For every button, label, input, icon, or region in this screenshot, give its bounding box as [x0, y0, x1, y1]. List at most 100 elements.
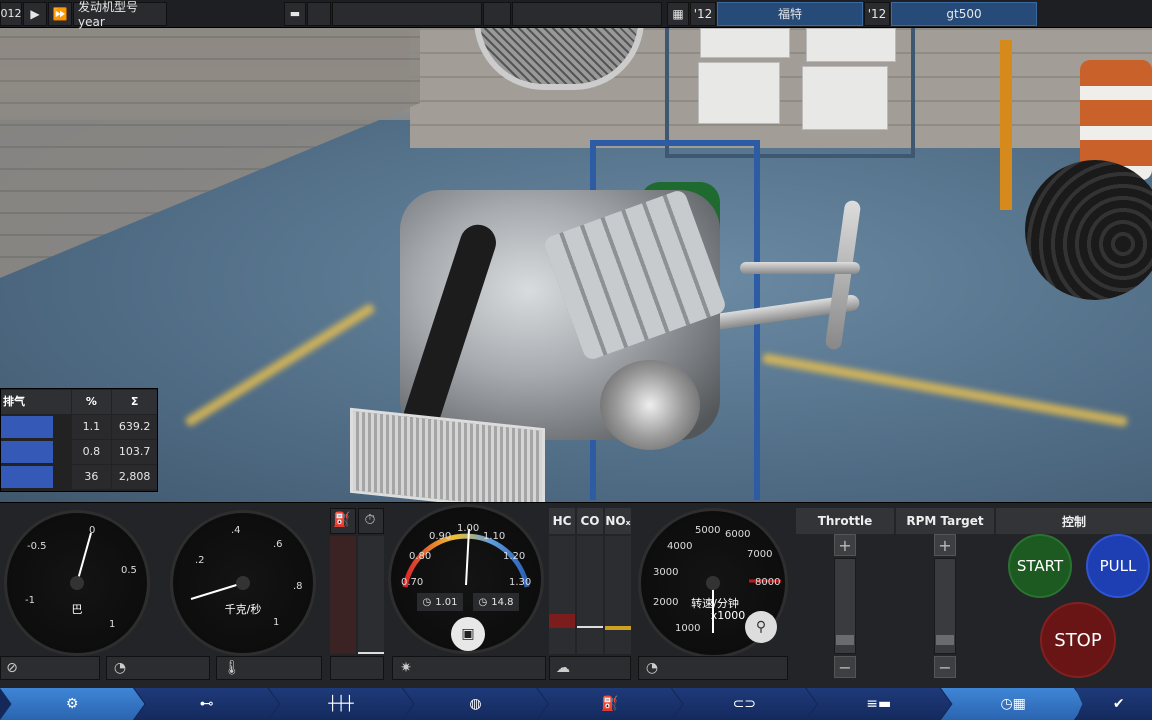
start-button[interactable]: START — [1008, 534, 1072, 598]
rpm-gauge: 1000 2000 3000 4000 5000 6000 7000 8000 … — [638, 508, 788, 658]
thermometer-icon[interactable]: 🌡 — [221, 657, 243, 679]
engine-stand — [1000, 40, 1012, 210]
lambda-gauge: 0.70 0.80 0.90 1.00 1.10 1.20 1.30 ◷ 1.01… — [388, 504, 544, 654]
empty-field[interactable] — [483, 1, 511, 26]
stats-row: 36 2,808 — [1, 465, 157, 489]
storage-box — [700, 28, 790, 58]
stats-col-sum: Σ — [112, 390, 157, 414]
nav-tab-ecu[interactable]: ≡▬ — [806, 688, 951, 720]
stop-button[interactable]: STOP — [1040, 602, 1116, 678]
nav-tab-camshaft[interactable]: ┼┼┼ — [268, 688, 414, 720]
lambda-tick: 0.90 — [429, 531, 452, 542]
spark-icon[interactable]: ✷ — [395, 657, 417, 679]
dyno-icon: ◷▦ — [1000, 696, 1026, 712]
crankshaft-icon: ⊷ — [199, 696, 214, 712]
fuel-button[interactable]: ⛽ — [330, 508, 356, 534]
throttle-label: Throttle — [796, 508, 894, 534]
flow-tick: .6 — [273, 539, 283, 550]
boost-footer: ⊘ — [0, 656, 100, 680]
throttle-minus-button[interactable]: − — [834, 656, 856, 678]
car-button[interactable]: ▬ — [284, 1, 306, 26]
fuel-bar — [330, 536, 356, 654]
nav-tab-fuel[interactable]: ⛽ — [537, 688, 683, 720]
make-field[interactable]: 福特 — [717, 1, 863, 26]
nav-tab-engine[interactable]: ⚙ — [0, 688, 145, 720]
afr-readout: ◷ 14.8 — [473, 593, 519, 611]
throttle-handle[interactable] — [836, 635, 854, 645]
hc-bar — [549, 536, 575, 654]
storage-box — [806, 28, 896, 62]
pull-button[interactable]: PULL — [1086, 534, 1150, 598]
lambda-tick: 1.00 — [457, 523, 480, 534]
fuel-footer — [330, 656, 384, 680]
lambda-tick: 0.80 — [409, 551, 432, 562]
piston-icon: ▣ — [451, 617, 485, 651]
boost-gauge-needle — [70, 532, 92, 590]
gauge-icon[interactable]: ⊘ — [1, 657, 23, 679]
nox-label: NOₓ — [605, 508, 631, 534]
gauge-icon: ◷ — [422, 596, 432, 608]
throttle-plus-button[interactable]: + — [834, 534, 856, 556]
grid-icon: ▦ — [672, 6, 684, 21]
model-field[interactable]: gt500 — [891, 1, 1037, 26]
rpm-tick: 3000 — [653, 567, 679, 578]
speedometer-icon[interactable]: ◔ — [109, 657, 131, 679]
year-cell: 012 — [0, 1, 22, 26]
car-icon: ▬ — [289, 7, 301, 20]
afr-value: 14.8 — [491, 596, 514, 608]
fast-forward-button[interactable]: ⏩ — [48, 1, 72, 26]
turbo-icon: ◍ — [469, 696, 482, 712]
stats-sum: 103.7 — [112, 440, 157, 464]
rpm-minus-button[interactable]: − — [934, 656, 956, 678]
stats-bar — [1, 441, 53, 463]
lambda-tick: 0.70 — [401, 577, 424, 588]
exhaust-pipe — [740, 262, 860, 274]
confirm-button[interactable]: ✔ — [1075, 688, 1152, 720]
stats-pct: 0.8 — [71, 440, 112, 464]
fuel-pump-icon: ⛽ — [601, 696, 619, 712]
play-button[interactable]: ▶ — [23, 1, 47, 26]
rpm-tick: 6000 — [725, 529, 751, 540]
timer-button[interactable]: ⏱ — [358, 508, 384, 534]
stats-row: 1.1 639.2 — [1, 415, 157, 439]
flow-tick: .2 — [195, 555, 205, 566]
stats-col-pct: % — [71, 390, 112, 414]
nav-tab-dyno[interactable]: ◷▦ — [940, 688, 1086, 720]
rpm-tick: 4000 — [667, 541, 693, 552]
rpm-tick: 8000 — [755, 577, 781, 588]
gauge-icon: ◷ — [478, 596, 488, 608]
storage-box — [802, 66, 888, 130]
exhaust-icon: ⊂⊃ — [732, 696, 757, 712]
play-icon: ▶ — [30, 6, 40, 21]
hc-label: HC — [549, 508, 575, 534]
nav-tab-crankshaft[interactable]: ⊷ — [134, 688, 279, 720]
nav-tab-exhaust[interactable]: ⊂⊃ — [672, 688, 817, 720]
lambda-value: 1.01 — [435, 596, 458, 608]
top-bar: 012 ▶ ⏩ 发动机型号 year ▬ ▦ '12 福特 '12 gt500 — [0, 0, 1152, 29]
throttle-slider[interactable] — [834, 558, 856, 654]
speedometer-icon[interactable]: ◔ — [641, 657, 663, 679]
nav-tab-turbo[interactable]: ◍ — [403, 688, 548, 720]
empty-field[interactable] — [512, 1, 662, 26]
control-label: 控制 — [996, 508, 1152, 534]
stats-bar — [1, 416, 53, 438]
flow-tick: 1 — [273, 617, 280, 628]
lambda-readout: ◷ 1.01 — [417, 593, 463, 611]
spacer-cell — [307, 1, 331, 26]
co-bar — [577, 536, 603, 654]
lambda-tick: 1.10 — [483, 531, 506, 542]
rpm-target-handle[interactable] — [936, 635, 954, 645]
grid-button[interactable]: ▦ — [667, 1, 689, 26]
rpm-target-slider[interactable] — [934, 558, 956, 654]
storage-box — [698, 62, 780, 124]
engine-model-label: 发动机型号 year — [73, 0, 167, 29]
cloud-icon[interactable]: ☁ — [552, 657, 574, 679]
stats-row: 0.8 103.7 — [1, 440, 157, 464]
rpm-plus-button[interactable]: + — [934, 534, 956, 556]
lambda-footer: ✷ — [392, 656, 546, 680]
empty-field[interactable] — [332, 1, 482, 26]
rpm-tick: 5000 — [695, 525, 721, 536]
hose-coils — [1025, 160, 1152, 300]
flow-tick: .4 — [231, 525, 241, 536]
flow-footer: ◔ — [106, 656, 210, 680]
